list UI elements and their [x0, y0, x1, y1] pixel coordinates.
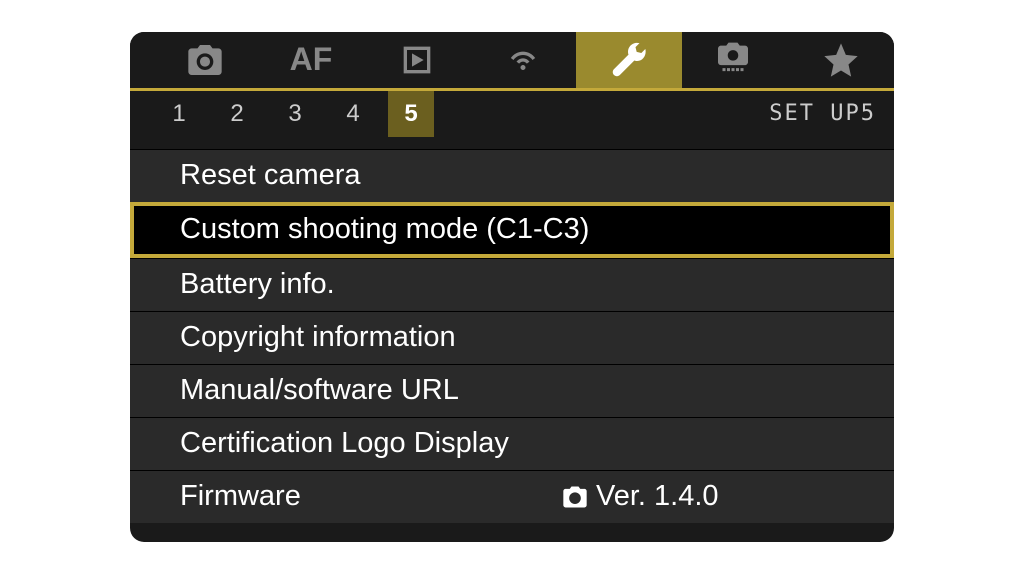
wireless-icon: [503, 40, 543, 80]
menu-item-label: Manual/software URL: [180, 374, 459, 407]
tab-custom[interactable]: [682, 32, 788, 88]
menu-item-label: Copyright information: [180, 321, 456, 354]
menu-certification-logo[interactable]: Certification Logo Display: [130, 417, 894, 470]
page-5[interactable]: 5: [388, 91, 434, 137]
tab-af[interactable]: AF: [258, 32, 364, 88]
custom-camera-icon: [715, 40, 755, 80]
menu-copyright-info[interactable]: Copyright information: [130, 311, 894, 364]
camera-small-icon: [560, 483, 590, 511]
menu-firmware[interactable]: Firmware Ver. 1.4.0: [130, 470, 894, 523]
af-label: AF: [290, 41, 333, 78]
page-2[interactable]: 2: [208, 91, 266, 137]
setup-page-label: SET UP5: [769, 101, 876, 126]
camera-menu-screen: AF 1 2 3 4 5 SET UP5 Reset camera Custom: [130, 32, 894, 542]
tab-camera[interactable]: [152, 32, 258, 88]
tab-playback[interactable]: [364, 32, 470, 88]
star-icon: [821, 40, 861, 80]
tab-setup[interactable]: [576, 32, 682, 88]
firmware-version: Ver. 1.4.0: [596, 480, 719, 513]
main-tab-row: AF: [130, 32, 894, 88]
tab-favorite[interactable]: [788, 32, 894, 88]
menu-item-label: Firmware: [180, 480, 301, 513]
tab-wireless[interactable]: [470, 32, 576, 88]
page-number-row: 1 2 3 4 5 SET UP5: [130, 91, 894, 137]
menu-reset-camera[interactable]: Reset camera: [130, 149, 894, 202]
camera-icon: [185, 40, 225, 80]
wrench-icon: [609, 40, 649, 80]
playback-icon: [397, 40, 437, 80]
menu-item-label: Certification Logo Display: [180, 427, 509, 460]
menu-battery-info[interactable]: Battery info.: [130, 258, 894, 311]
menu-custom-shooting-mode[interactable]: Custom shooting mode (C1-C3): [130, 202, 894, 258]
page-1[interactable]: 1: [150, 91, 208, 137]
menu-item-label: Reset camera: [180, 159, 361, 192]
menu-manual-url[interactable]: Manual/software URL: [130, 364, 894, 417]
page-4[interactable]: 4: [324, 91, 382, 137]
menu-item-label: Custom shooting mode (C1-C3): [180, 213, 589, 246]
page-3[interactable]: 3: [266, 91, 324, 137]
firmware-value-group: Ver. 1.4.0: [560, 480, 719, 513]
menu-item-label: Battery info.: [180, 268, 335, 301]
menu-list: Reset camera Custom shooting mode (C1-C3…: [130, 149, 894, 523]
